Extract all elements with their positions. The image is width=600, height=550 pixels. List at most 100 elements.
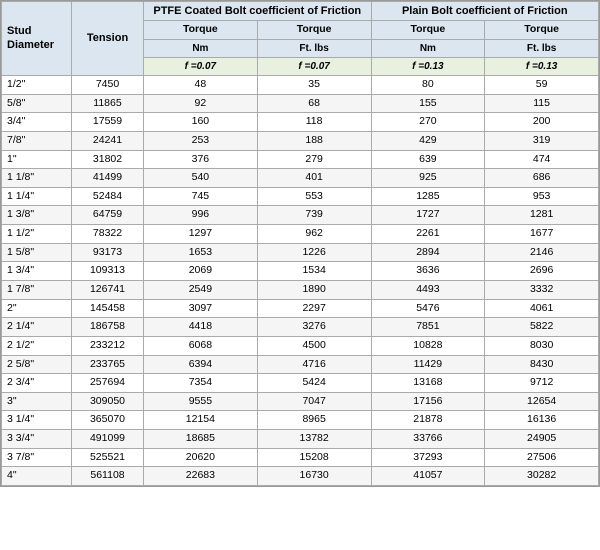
ptfe-nm-cell: 6394	[144, 355, 258, 374]
size-cell: 1 1/8"	[2, 169, 72, 188]
plain-nm-cell: 5476	[371, 299, 485, 318]
tension-cell: 93173	[72, 243, 144, 262]
plain-ftlbs-cell: 2146	[485, 243, 599, 262]
tension-cell: 145458	[72, 299, 144, 318]
plain-nm-cell: 17156	[371, 392, 485, 411]
plain-ftlbs-cell: 12654	[485, 392, 599, 411]
f1-header: f =0.07	[144, 57, 258, 75]
ptfe-nm-cell: 540	[144, 169, 258, 188]
ptfe-nm-cell: 3097	[144, 299, 258, 318]
plain-ftlbs-cell: 686	[485, 169, 599, 188]
plain-ftlbs-cell: 2696	[485, 262, 599, 281]
plain-header: Plain Bolt coefficient of Friction	[371, 2, 599, 21]
plain-nm-cell: 11429	[371, 355, 485, 374]
size-cell: 1 1/2"	[2, 225, 72, 244]
size-cell: 3 3/4"	[2, 430, 72, 449]
ptfe-ftlbs-cell: 4500	[257, 336, 371, 355]
size-cell: 1 3/4"	[2, 262, 72, 281]
ptfe-ftlbs-cell: 16730	[257, 467, 371, 486]
size-cell: 2"	[2, 299, 72, 318]
tension-cell: 24241	[72, 131, 144, 150]
ptfe-nm-cell: 20620	[144, 448, 258, 467]
plain-ftlbs-cell: 474	[485, 150, 599, 169]
ptfe-ftlbs-cell: 68	[257, 94, 371, 113]
plain-nm-cell: 7851	[371, 318, 485, 337]
ptfe-nm-cell: 253	[144, 131, 258, 150]
ptfe-ftlbs-cell: 35	[257, 75, 371, 94]
plain-nm-cell: 4493	[371, 280, 485, 299]
ptfe-nm-cell: 160	[144, 113, 258, 132]
unit-nm2-header: Nm	[371, 39, 485, 57]
ptfe-ftlbs-cell: 5424	[257, 374, 371, 393]
tension-cell: 233212	[72, 336, 144, 355]
plain-nm-cell: 80	[371, 75, 485, 94]
ptfe-nm-cell: 22683	[144, 467, 258, 486]
f2-header: f =0.07	[257, 57, 371, 75]
size-cell: 2 1/4"	[2, 318, 72, 337]
table-row: 1 3/4"1093132069153436362696	[2, 262, 599, 281]
plain-torque2-header: Torque	[485, 21, 599, 40]
size-cell: 2 3/4"	[2, 374, 72, 393]
ptfe-ftlbs-cell: 13782	[257, 430, 371, 449]
ptfe-ftlbs-cell: 15208	[257, 448, 371, 467]
plain-ftlbs-cell: 24905	[485, 430, 599, 449]
plain-nm-cell: 3636	[371, 262, 485, 281]
tension-cell: 41499	[72, 169, 144, 188]
size-cell: 3/4"	[2, 113, 72, 132]
plain-nm-cell: 639	[371, 150, 485, 169]
size-cell: 3 1/4"	[2, 411, 72, 430]
table-row: 3 1/4"3650701215489652187816136	[2, 411, 599, 430]
table-row: 1/2"745048358059	[2, 75, 599, 94]
tension-cell: 17559	[72, 113, 144, 132]
plain-ftlbs-cell: 8430	[485, 355, 599, 374]
size-cell: 3"	[2, 392, 72, 411]
plain-ftlbs-cell: 8030	[485, 336, 599, 355]
plain-ftlbs-cell: 30282	[485, 467, 599, 486]
plain-nm-cell: 13168	[371, 374, 485, 393]
unit-nm1-header: Nm	[144, 39, 258, 57]
table-row: 3"309050955570471715612654	[2, 392, 599, 411]
tension-cell: 78322	[72, 225, 144, 244]
plain-ftlbs-cell: 59	[485, 75, 599, 94]
tension-cell: 109313	[72, 262, 144, 281]
plain-nm-cell: 925	[371, 169, 485, 188]
table-row: 7/8"24241253188429319	[2, 131, 599, 150]
tension-cell: 365070	[72, 411, 144, 430]
ptfe-ftlbs-cell: 118	[257, 113, 371, 132]
ptfe-nm-cell: 996	[144, 206, 258, 225]
plain-nm-cell: 2261	[371, 225, 485, 244]
table-row: 2 5/8"23376563944716114298430	[2, 355, 599, 374]
ptfe-nm-cell: 6068	[144, 336, 258, 355]
f4-header: f =0.13	[485, 57, 599, 75]
tension-cell: 64759	[72, 206, 144, 225]
plain-ftlbs-cell: 200	[485, 113, 599, 132]
table-row: 1 1/4"524847455531285953	[2, 187, 599, 206]
plain-nm-cell: 429	[371, 131, 485, 150]
ptfe-nm-cell: 48	[144, 75, 258, 94]
table-row: 2 1/2"23321260684500108288030	[2, 336, 599, 355]
ptfe-nm-cell: 92	[144, 94, 258, 113]
table-row: 1 1/8"41499540401925686	[2, 169, 599, 188]
ptfe-nm-cell: 1297	[144, 225, 258, 244]
ptfe-ftlbs-cell: 3276	[257, 318, 371, 337]
ptfe-ftlbs-cell: 7047	[257, 392, 371, 411]
tension-cell: 126741	[72, 280, 144, 299]
header-row-1: Stud Diameter Tension PTFE Coated Bolt c…	[2, 2, 599, 21]
table-row: 2"1454583097229754764061	[2, 299, 599, 318]
tension-cell: 561108	[72, 467, 144, 486]
plain-ftlbs-cell: 319	[485, 131, 599, 150]
size-cell: 1 1/4"	[2, 187, 72, 206]
ptfe-nm-cell: 18685	[144, 430, 258, 449]
size-cell: 1 3/8"	[2, 206, 72, 225]
plain-nm-cell: 37293	[371, 448, 485, 467]
tension-cell: 11865	[72, 94, 144, 113]
tension-cell: 309050	[72, 392, 144, 411]
ptfe-torque2-header: Torque	[257, 21, 371, 40]
size-cell: 3 7/8"	[2, 448, 72, 467]
plain-ftlbs-cell: 953	[485, 187, 599, 206]
table-row: 3 7/8"52552120620152083729327506	[2, 448, 599, 467]
plain-ftlbs-cell: 5822	[485, 318, 599, 337]
table-row: 1 3/8"6475999673917271281	[2, 206, 599, 225]
table-row: 1 1/2"78322129796222611677	[2, 225, 599, 244]
tension-cell: 257694	[72, 374, 144, 393]
